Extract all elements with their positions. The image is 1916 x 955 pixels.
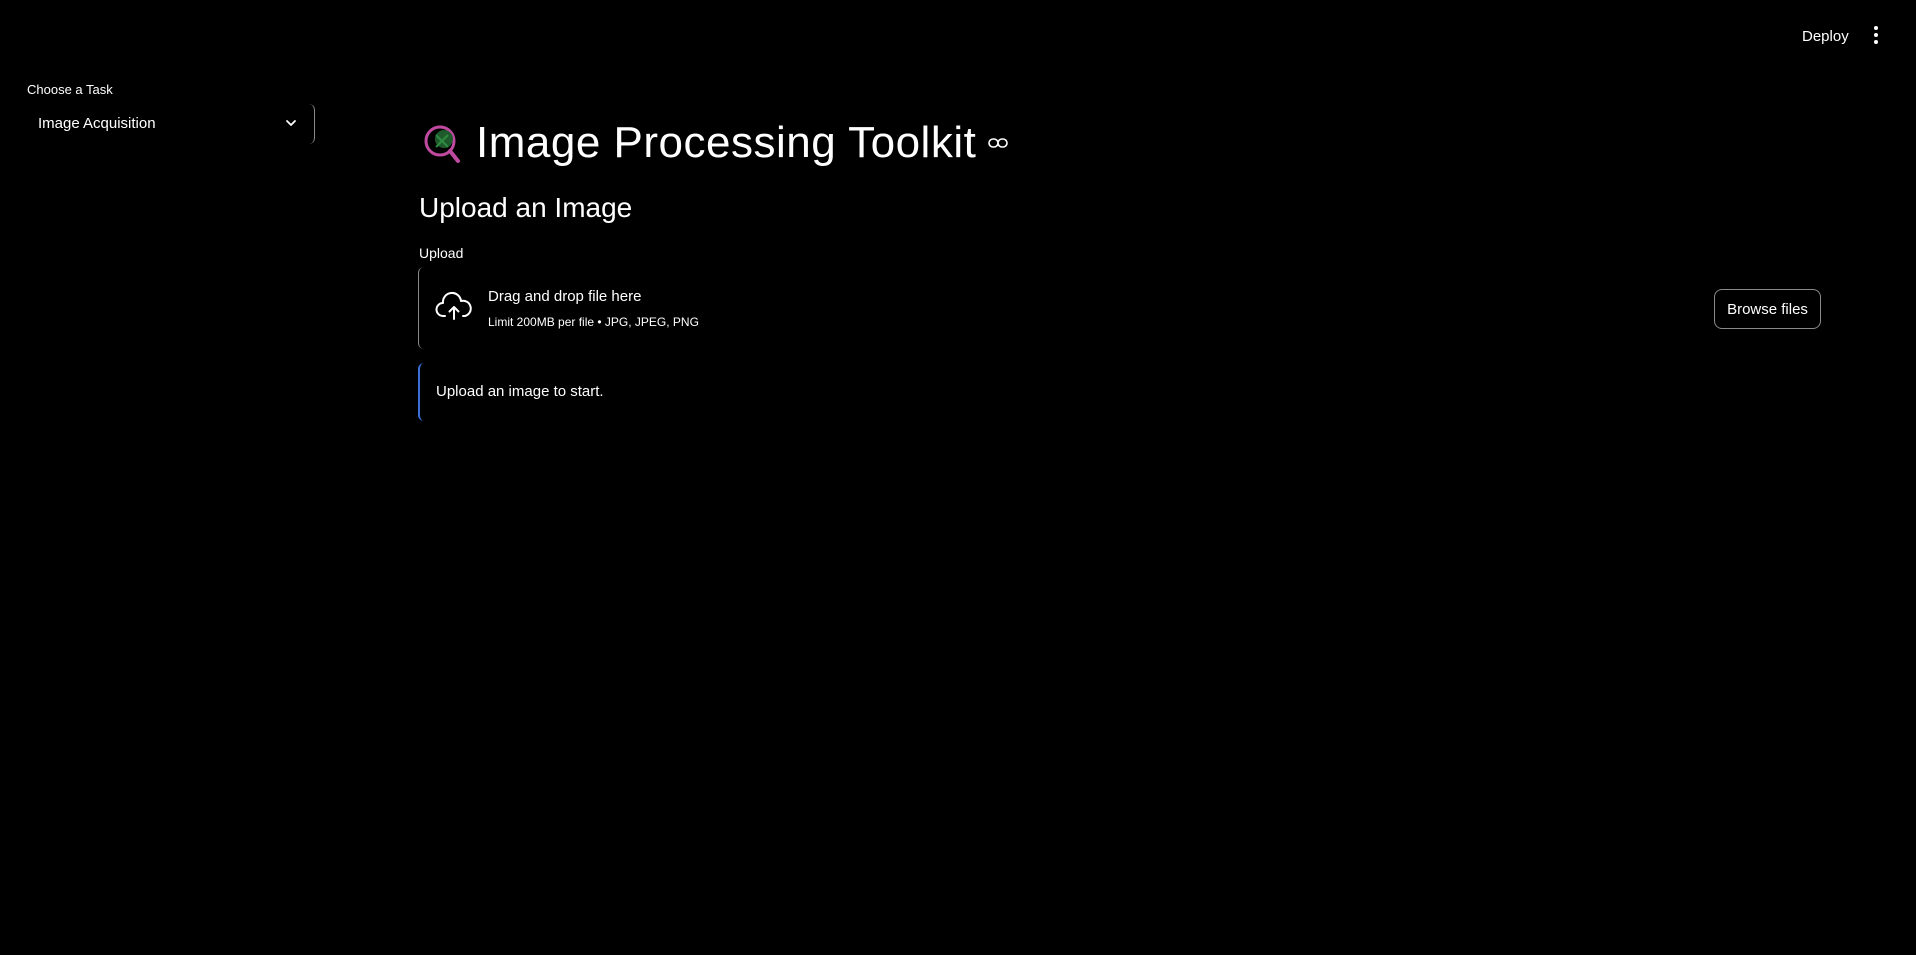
title-row: Image Processing Toolkit (418, 116, 1009, 170)
info-message: Upload an image to start. (436, 383, 604, 400)
file-dropzone[interactable]: Drag and drop file here Limit 200MB per … (418, 267, 1821, 349)
link-icon[interactable] (988, 137, 1009, 149)
browse-files-button[interactable]: Browse files (1714, 289, 1821, 329)
main-content: Image Processing Toolkit Upload an Image… (418, 0, 1821, 955)
microscope-emoji-icon (424, 125, 460, 163)
file-limit-text: Limit 200MB per file • JPG, JPEG, PNG (488, 315, 699, 329)
chevron-down-icon (286, 120, 296, 126)
app-root: Deploy Choose a Task Image Acquisition I… (0, 0, 1916, 955)
more-vertical-icon[interactable] (1868, 24, 1884, 46)
info-alert: Upload an image to start. (418, 363, 1818, 421)
sidebar: Choose a Task Image Acquisition (0, 0, 330, 955)
task-select-value: Image Acquisition (38, 115, 156, 132)
task-select[interactable]: Image Acquisition (27, 104, 315, 144)
section-heading: Upload an Image (419, 192, 633, 223)
upload-label: Upload (419, 245, 464, 261)
task-select-label: Choose a Task (27, 82, 113, 97)
cloud-upload-icon (435, 292, 472, 320)
page-title: Image Processing Toolkit (476, 118, 977, 167)
drop-instructions: Drag and drop file here (488, 288, 642, 305)
